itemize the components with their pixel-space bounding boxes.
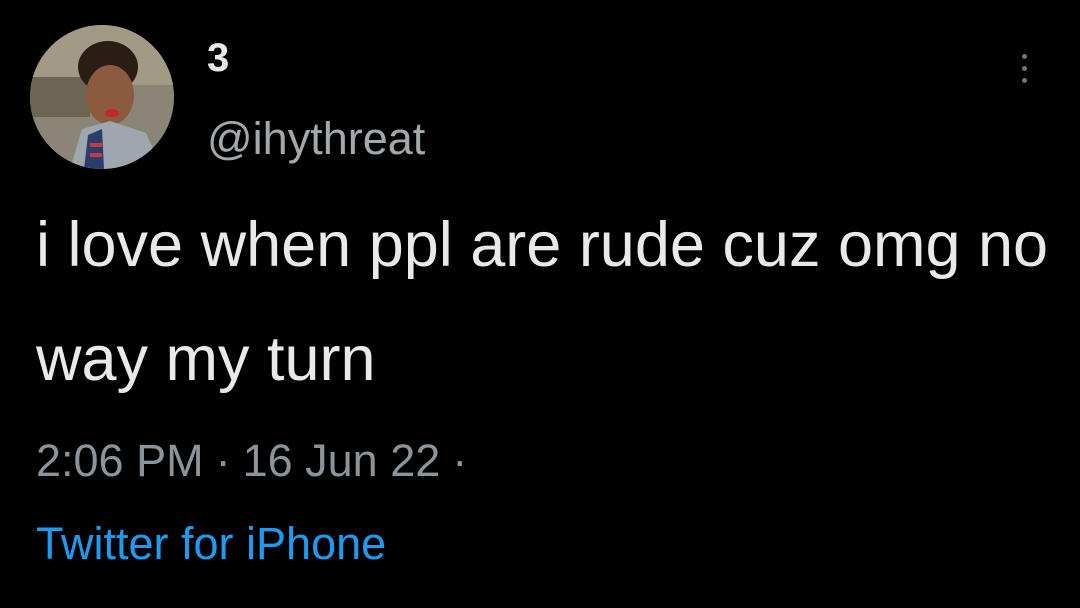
more-options-icon-dot bbox=[1021, 65, 1027, 71]
tweet-source-link[interactable]: Twitter for iPhone bbox=[36, 514, 386, 574]
meta-separator: · bbox=[452, 435, 468, 486]
display-name[interactable]: 3 bbox=[207, 34, 229, 82]
tweet-time[interactable]: 2:06 PM bbox=[36, 435, 204, 486]
tweet-text: i love when ppl are rude cuz omg no way … bbox=[36, 210, 1066, 394]
avatar[interactable] bbox=[30, 25, 174, 169]
avatar-image bbox=[30, 25, 174, 169]
user-handle[interactable]: @ihythreat bbox=[207, 112, 425, 166]
more-options-button[interactable] bbox=[1006, 46, 1042, 90]
meta-separator: · bbox=[215, 435, 231, 486]
tweet-date[interactable]: 16 Jun 22 bbox=[243, 435, 441, 486]
more-options-icon bbox=[1021, 53, 1027, 59]
more-options-icon-dot bbox=[1021, 77, 1027, 83]
tweet-meta: 2:06 PM · 16 Jun 22 · bbox=[36, 431, 479, 491]
